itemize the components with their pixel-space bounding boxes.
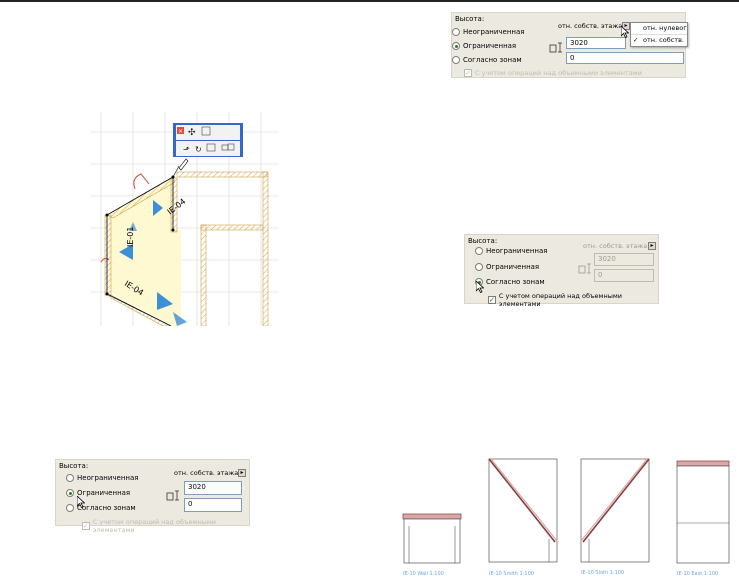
solid-ops-checkbox[interactable]: ✓ С учетом операций над объемными элемент… [82, 518, 249, 534]
reference-level-label: отн. собств. этажа [558, 22, 623, 30]
radio-unlimited[interactable]: Неограниченная [452, 28, 525, 36]
height-input[interactable]: 3020 [594, 253, 654, 266]
elevation-caption: IE-10 Wall 1:100 [403, 571, 444, 577]
wall-label-b: IE-01 [126, 227, 135, 247]
solid-ops-checkbox[interactable]: ✓ С учетом операций над объемными элемент… [464, 69, 642, 77]
height-label: Высота: [468, 237, 498, 245]
door-arc [133, 173, 150, 190]
radio-zones[interactable]: Согласно зонам [452, 56, 522, 64]
svg-text:↻: ↻ [195, 145, 202, 154]
reference-popup-menu: отн. нулевог ✓ отн. собств. [630, 22, 688, 47]
radio-icon [66, 504, 74, 512]
elevation-caption: IE-10 Smith 1:100 [489, 571, 534, 577]
top-rule [0, 0, 739, 2]
check-icon: ✓ [633, 36, 639, 44]
reference-level-label: отн. собств. этажа [583, 242, 648, 250]
radio-zones[interactable]: Согласно зонам [475, 278, 545, 286]
svg-text:✣: ✣ [188, 128, 196, 138]
radio-icon [452, 56, 460, 64]
mouse-cursor-icon [476, 281, 484, 293]
radio-icon [475, 247, 483, 255]
radio-unlimited[interactable]: Неограниченная [475, 247, 548, 255]
height-input[interactable]: 3020 [184, 481, 242, 495]
pencil-icon [178, 158, 189, 171]
reference-dropdown-button[interactable]: ▸ [238, 469, 246, 477]
elevation-caption: IE-10 Sloth 1:100 [581, 570, 625, 576]
height-panel-middle: Высота: отн. собств. этажа ▸ Неограничен… [464, 234, 659, 308]
height-offset-icon [578, 263, 591, 274]
popup-item-zero-level[interactable]: отн. нулевог [631, 23, 687, 34]
mouse-cursor-icon [77, 496, 85, 508]
height-offset-icon [166, 490, 179, 501]
height-label: Высота: [455, 15, 485, 23]
height-input[interactable]: 3020 [566, 37, 626, 49]
checkbox-icon: ✓ [82, 522, 90, 530]
offset-input[interactable]: 0 [184, 498, 242, 512]
radio-limited[interactable]: Ограниченная [452, 42, 516, 50]
height-label: Высота: [59, 462, 89, 470]
checkbox-icon: ✓ [488, 296, 496, 304]
elevation-sloth [580, 458, 650, 563]
elevation-caption: IE-10 East 1:100 [677, 571, 719, 577]
height-offset-icon [549, 42, 562, 53]
solid-ops-checkbox[interactable]: ✓ С учетом операций над объемными элемент… [488, 292, 658, 308]
elevation-smith [488, 458, 558, 563]
radio-limited[interactable]: Ограниченная [66, 489, 130, 497]
radio-selected-icon [66, 489, 74, 497]
mouse-cursor-icon [621, 26, 629, 38]
radio-icon [475, 263, 483, 271]
elevation-east [676, 460, 730, 564]
height-panel-bottom: Высота: отн. собств. этажа ▸ Неограничен… [55, 459, 250, 534]
radio-icon [66, 474, 74, 482]
pet-palette[interactable]: × ✣ ⬏ ↻ [173, 123, 243, 157]
popup-item-own-story[interactable]: ✓ отн. собств. [631, 34, 687, 46]
svg-text:⬏: ⬏ [183, 145, 190, 154]
checkbox-icon: ✓ [464, 69, 472, 77]
floor-plan-view[interactable]: IE-04 IE-01 IE-04 × ✣ ⬏ ↻ [91, 112, 279, 326]
offset-input[interactable]: 0 [594, 269, 654, 282]
svg-text:×: × [178, 128, 183, 135]
radio-unlimited[interactable]: Неограниченная [66, 474, 139, 482]
radio-selected-icon [452, 42, 460, 50]
elevation-wall [402, 513, 462, 564]
reference-level-label: отн. собств. этажа [174, 469, 239, 477]
offset-input[interactable]: 0 [566, 52, 684, 64]
reference-dropdown-button[interactable]: ▸ [648, 242, 656, 250]
radio-limited[interactable]: Ограниченная [475, 263, 539, 271]
radio-icon [452, 28, 460, 36]
